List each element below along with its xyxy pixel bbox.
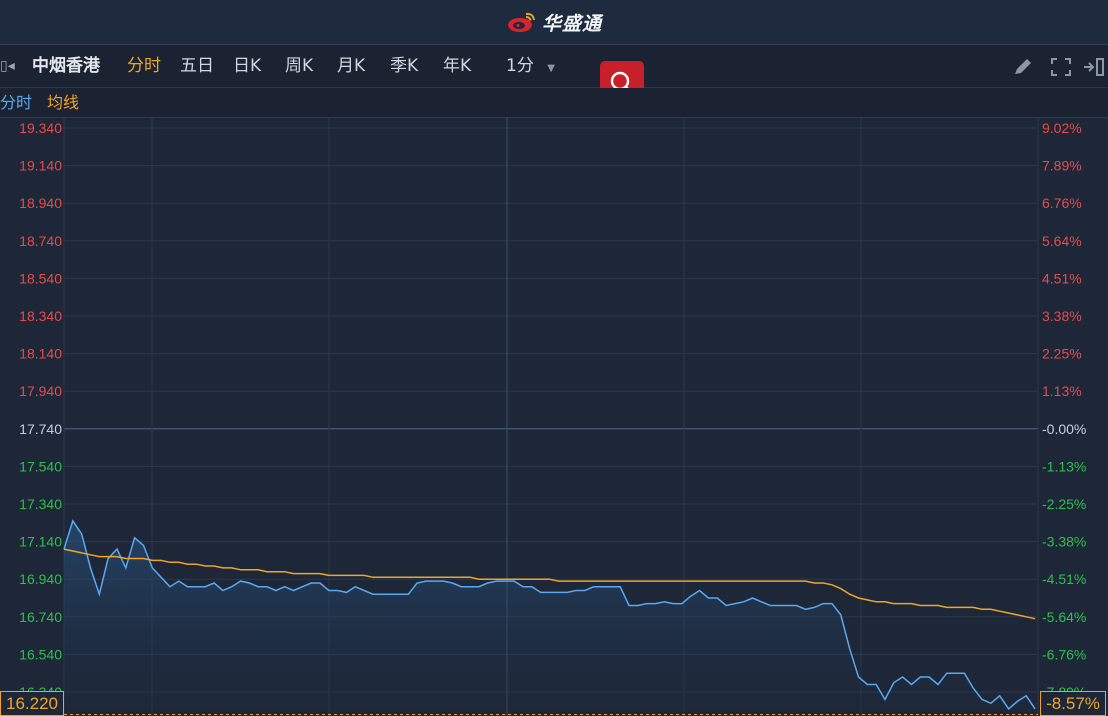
price-area <box>64 520 1036 716</box>
minute-select-value: 1分 <box>506 56 534 76</box>
weibo-logo-icon <box>508 12 535 32</box>
y-tick-left: 17.540 <box>19 458 62 474</box>
y-axis-right: 9.02% 7.89% 6.76% 5.64% 4.51% 3.38% 2.25% 1.13%… <box>1042 120 1086 700</box>
brand-name: 华盛通 <box>542 12 603 35</box>
y-tick-right: -5.64% <box>1042 609 1086 625</box>
tab-five-day[interactable]: 五日 <box>180 45 214 87</box>
top-header: 华盛通 <box>0 0 1108 45</box>
fullscreen-icon[interactable] <box>1050 57 1072 77</box>
tab-weekly-k[interactable]: 周K <box>285 45 313 87</box>
intraday-chart[interactable]: 19.340 19.140 18.940 18.740 18.540 18.340 18.1… <box>0 117 1108 716</box>
y-tick-right: -4.51% <box>1042 571 1086 587</box>
collapse-right-icon[interactable] <box>1082 57 1106 77</box>
tab-yearly-k[interactable]: 年K <box>443 45 471 87</box>
y-tick-left: 18.740 <box>19 233 62 249</box>
stock-name[interactable]: 中烟香港 <box>32 45 100 87</box>
y-tick-left: 17.740 <box>19 421 62 437</box>
y-tick-left: 16.740 <box>19 609 62 625</box>
y-tick-right: -3.38% <box>1042 534 1086 550</box>
y-tick-left: 16.540 <box>19 646 62 662</box>
y-tick-right: 5.64% <box>1042 233 1082 249</box>
y-tick-left: 18.340 <box>19 308 62 324</box>
minute-select[interactable]: 1分 ▼ <box>506 45 555 87</box>
tab-quarterly-k[interactable]: 季K <box>390 45 418 87</box>
legend-intraday: 分时 <box>0 93 33 112</box>
period-toolbar: ▯◂ 中烟香港 分时 五日 日K 周K 月K 季K 年K 1分 ▼ <box>0 45 1108 88</box>
y-tick-right: -2.25% <box>1042 496 1086 512</box>
y-tick-right: 4.51% <box>1042 270 1082 286</box>
y-tick-left: 18.140 <box>19 346 62 362</box>
pencil-icon[interactable] <box>1012 57 1034 77</box>
y-tick-left: 18.540 <box>19 270 62 286</box>
y-tick-right: 2.25% <box>1042 346 1082 362</box>
chevron-down-icon: ▼ <box>547 63 555 74</box>
collapse-left-icon[interactable]: ▯◂ <box>0 45 15 87</box>
chart-legend: 分时 均线 <box>0 88 1108 118</box>
legend-average: 均线 <box>47 93 80 112</box>
last-price-label: 16.220 <box>0 691 64 716</box>
last-pct-label: -8.57% <box>1040 691 1106 716</box>
tab-monthly-k[interactable]: 月K <box>337 45 365 87</box>
brand-logo: 华盛通 <box>506 8 602 36</box>
y-tick-right: -6.76% <box>1042 646 1086 662</box>
y-tick-left: 17.140 <box>19 534 62 550</box>
y-tick-left: 17.940 <box>19 383 62 399</box>
y-tick-right: 1.13% <box>1042 383 1082 399</box>
tab-intraday[interactable]: 分时 <box>127 45 161 87</box>
y-tick-left: 19.340 <box>19 120 62 136</box>
y-tick-right: 3.38% <box>1042 308 1082 324</box>
y-tick-left: 17.340 <box>19 496 62 512</box>
tab-daily-k[interactable]: 日K <box>233 45 261 87</box>
y-tick-left: 16.940 <box>19 571 62 587</box>
y-tick-right: 7.89% <box>1042 158 1082 174</box>
y-axis-left: 19.340 19.140 18.940 18.740 18.540 18.340 18.1… <box>19 120 62 700</box>
y-tick-right: 9.02% <box>1042 120 1082 136</box>
y-tick-right: -1.13% <box>1042 458 1086 474</box>
y-tick-left: 19.140 <box>19 158 62 174</box>
y-tick-left: 18.940 <box>19 195 62 211</box>
y-tick-right: 6.76% <box>1042 195 1082 211</box>
y-tick-right: -0.00% <box>1042 421 1086 437</box>
